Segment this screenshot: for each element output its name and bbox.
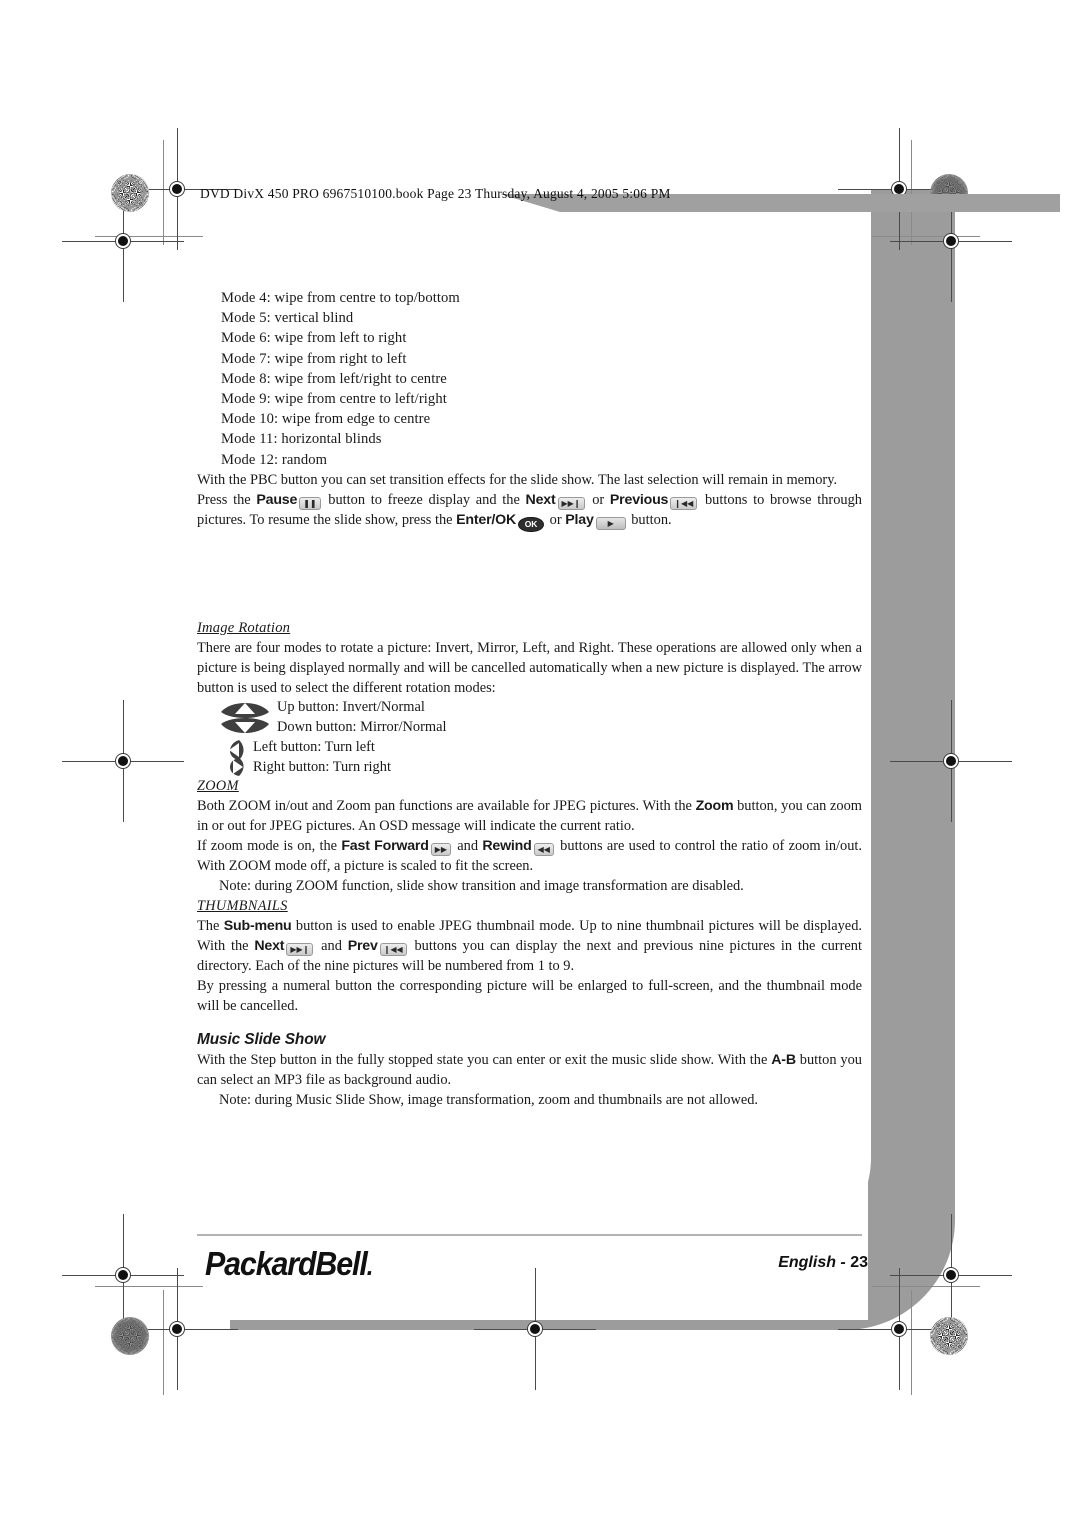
heading-thumbnails: THUMBNAILS xyxy=(197,897,288,914)
list-item: Mode 4: wipe from centre to top/bottom xyxy=(221,290,460,306)
thumbnails-paragraph-1: The Sub-menu button is used to enable JP… xyxy=(197,916,862,976)
pause-text-3: or xyxy=(586,491,610,508)
page-content: Mode 4: wipe from centre to top/bottom M… xyxy=(197,288,862,1110)
keyword-prev: Prev xyxy=(347,937,378,954)
pause-paragraph: Press the Pause ❚❚ button to freeze displ… xyxy=(197,490,862,532)
play-key-icon: ▶ xyxy=(595,516,626,530)
pause-text-2: button to freeze display and the xyxy=(322,491,526,508)
keyword-next-2: Next xyxy=(254,937,285,954)
keyword-previous: Previous xyxy=(609,491,669,508)
logo-word-bell: Bell xyxy=(315,1245,367,1282)
list-item: Mode 12: random xyxy=(221,451,328,468)
keyword-fast-forward: Fast Forward xyxy=(341,837,429,854)
image-rotation-body: There are four modes to rotate a picture… xyxy=(197,639,862,696)
zoom-text-1a: Both ZOOM in/out and Zoom pan functions … xyxy=(197,797,696,814)
thumb-text-1a: The xyxy=(197,917,224,934)
pause-text-5: or xyxy=(546,511,566,528)
rotation-arrow-cluster: Up button: Invert/Normal Down button: Mi… xyxy=(197,698,862,776)
list-item: Mode 11: horizontal blinds xyxy=(221,431,382,448)
rotation-row-down: Down button: Mirror/Normal xyxy=(277,718,447,735)
logo-period: . xyxy=(366,1251,374,1281)
list-item: Mode 9: wipe from centre to left/right xyxy=(221,391,447,408)
ok-key-icon: OK xyxy=(518,516,545,532)
music-text-1a: With the Step button in the fully stoppe… xyxy=(197,1051,772,1068)
footer-page-number: 23 xyxy=(850,1254,868,1271)
next-key-icon: ▶▶❙ xyxy=(557,496,585,510)
page-header-band: DVD DivX 450 PRO 6967510100.book Page 23… xyxy=(170,186,1060,212)
pause-text-1: Press the xyxy=(197,491,257,508)
rotation-row-left: Left button: Turn left xyxy=(253,738,375,755)
keyword-play: Play xyxy=(565,511,594,528)
prev-key-icon: ❙◀◀ xyxy=(379,942,407,956)
pbc-paragraph: With the PBC button you can set transiti… xyxy=(197,471,838,488)
density-starburst-bottom-left xyxy=(111,1317,149,1355)
list-item: Mode 6: wipe from left to right xyxy=(221,330,407,347)
packard-bell-logo: PackardBell. xyxy=(205,1245,374,1283)
list-item: Mode 8: wipe from left/right to centre xyxy=(221,370,447,387)
rotation-row-right: Right button: Turn right xyxy=(253,758,391,775)
footer-separator: - xyxy=(835,1254,851,1271)
rewind-key-icon: ◀◀ xyxy=(533,842,554,856)
thumbnails-paragraph-2: By pressing a numeral button the corresp… xyxy=(197,977,862,1014)
list-item: Mode 5: vertical blind xyxy=(221,310,354,327)
fast-forward-key-icon: ▶▶ xyxy=(430,842,452,856)
zoom-text-2b: and xyxy=(453,837,483,854)
density-starburst-bottom-right xyxy=(930,1317,968,1355)
keyword-a-b: A-B xyxy=(771,1051,796,1068)
music-slide-show-note: Note: during Music Slide Show, image tra… xyxy=(219,1091,759,1108)
keyword-rewind: Rewind xyxy=(482,837,532,854)
next-key-icon-2: ▶▶❙ xyxy=(286,942,314,956)
transition-mode-list: Mode 4: wipe from centre to top/bottom M… xyxy=(221,288,862,470)
footer-divider xyxy=(197,1234,862,1236)
keyword-zoom: Zoom xyxy=(695,797,734,814)
zoom-note: Note: during ZOOM function, slide show t… xyxy=(219,877,744,894)
heading-music-slide-show: Music Slide Show xyxy=(197,1030,326,1048)
music-slide-show-paragraph: With the Step button in the fully stoppe… xyxy=(197,1050,862,1090)
page-footer-label: English - 23 xyxy=(778,1254,868,1272)
keyword-enter-ok: Enter/OK xyxy=(456,511,517,528)
keyword-pause: Pause xyxy=(256,491,298,508)
header-file-info: DVD DivX 450 PRO 6967510100.book Page 23… xyxy=(200,186,671,201)
rotation-row-up: Up button: Invert/Normal xyxy=(277,698,425,715)
pause-text-6: button. xyxy=(627,511,672,528)
logo-word-packard: Packard xyxy=(205,1245,317,1282)
zoom-paragraph-1: Both ZOOM in/out and Zoom pan functions … xyxy=(197,796,862,836)
heading-zoom: ZOOM xyxy=(197,777,239,794)
keyword-sub-menu: Sub-menu xyxy=(223,917,292,934)
list-item: Mode 10: wipe from edge to centre xyxy=(221,411,431,428)
pause-key-icon: ❚❚ xyxy=(299,496,321,510)
heading-image-rotation: Image Rotation xyxy=(197,619,291,636)
previous-key-icon: ❙◀◀ xyxy=(670,496,698,510)
keyword-next: Next xyxy=(525,491,556,508)
zoom-text-2a: If zoom mode is on, the xyxy=(197,837,342,854)
list-item: Mode 7: wipe from right to left xyxy=(221,350,407,367)
thumb-text-1c: and xyxy=(315,937,348,954)
zoom-paragraph-2: If zoom mode is on, the Fast Forward ▶▶ a… xyxy=(197,836,862,876)
footer-language: English xyxy=(778,1254,836,1271)
